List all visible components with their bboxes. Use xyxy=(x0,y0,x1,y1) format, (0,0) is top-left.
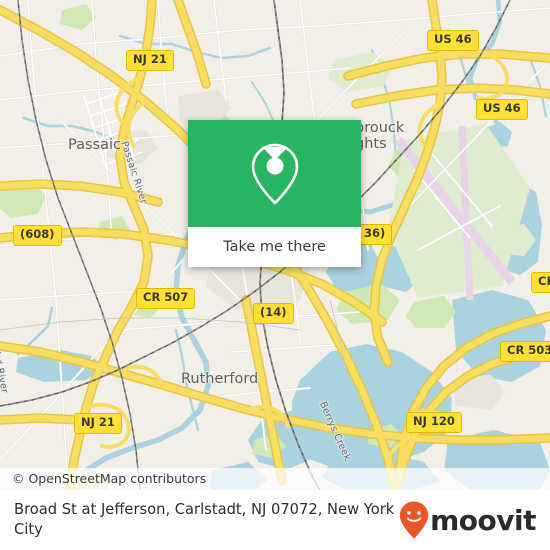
map-screenshot: .w { fill:#aad3df; } .wl { stroke:#aad3d… xyxy=(0,0,550,550)
moovit-logo[interactable]: moovit xyxy=(399,501,536,539)
osm-attribution[interactable]: © OpenStreetMap contributors xyxy=(0,468,550,490)
take-me-there-button[interactable]: Take me there xyxy=(188,227,361,267)
location-caption-text: Broad St at Jefferson, Carlstadt, NJ 070… xyxy=(14,501,395,538)
location-popup-card[interactable]: Take me there xyxy=(188,120,361,267)
popup-image-area xyxy=(188,120,361,227)
caption-bar: Broad St at Jefferson, Carlstadt, NJ 070… xyxy=(0,490,550,550)
popup-pointer-tail xyxy=(262,147,288,160)
moovit-pin-icon xyxy=(399,501,429,539)
moovit-wordmark: moovit xyxy=(430,503,536,537)
map-canvas[interactable]: .w { fill:#aad3df; } .wl { stroke:#aad3d… xyxy=(0,0,550,490)
